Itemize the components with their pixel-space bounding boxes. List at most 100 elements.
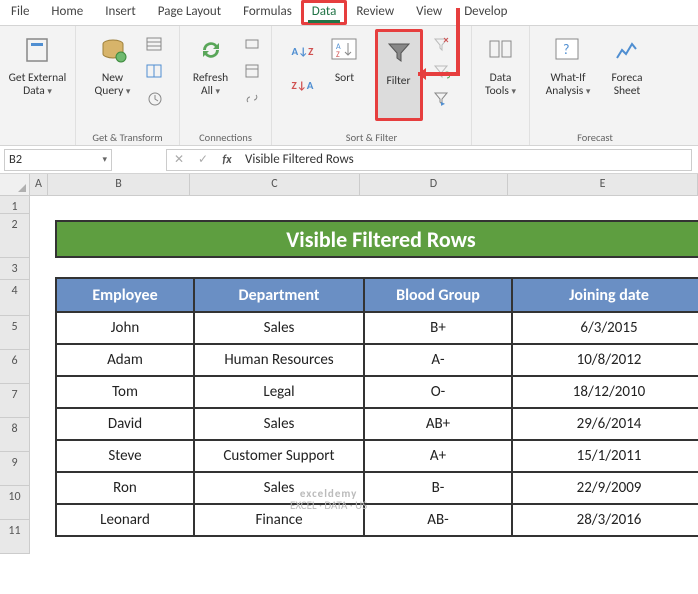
tab-view[interactable]: View xyxy=(405,0,453,25)
cell[interactable]: Human Resources xyxy=(194,344,364,376)
group-forecast: ? What-IfAnalysis ▾ ForecaSheet Forecast xyxy=(530,26,660,145)
cell[interactable]: 28/3/2016 xyxy=(512,504,698,536)
svg-text:?: ? xyxy=(563,41,570,58)
row-header-9[interactable]: 9 xyxy=(0,452,30,486)
tab-developer[interactable]: Develop xyxy=(453,0,518,25)
filter-button[interactable]: Filter xyxy=(375,29,423,121)
cell[interactable]: A- xyxy=(364,344,512,376)
sort-icon: AZ xyxy=(329,34,361,66)
header-joining-date[interactable]: Joining date xyxy=(512,278,698,312)
refresh-all-button[interactable]: RefreshAll ▾ xyxy=(187,29,235,121)
advanced-button[interactable]: ▸ xyxy=(429,87,453,111)
cell[interactable]: Sales xyxy=(194,312,364,344)
svg-text:▸: ▸ xyxy=(441,99,445,108)
tab-insert[interactable]: Insert xyxy=(94,0,147,25)
name-box-dropdown-icon[interactable]: ▾ xyxy=(102,154,107,165)
tab-review[interactable]: Review xyxy=(345,0,405,25)
get-external-data-label: Get ExternalData ▾ xyxy=(9,72,67,98)
tab-formulas[interactable]: Formulas xyxy=(232,0,303,25)
sort-button[interactable]: AZ Sort xyxy=(321,29,369,121)
cell[interactable]: Legal xyxy=(194,376,364,408)
row-header-11[interactable]: 11 xyxy=(0,520,30,554)
header-employee[interactable]: Employee xyxy=(56,278,194,312)
cell[interactable]: AB- xyxy=(364,504,512,536)
sort-buttons-stack: A↓Z Z↓A xyxy=(291,29,315,97)
show-queries-button[interactable] xyxy=(143,33,167,57)
cell[interactable]: 10/8/2012 xyxy=(512,344,698,376)
group-get-transform: NewQuery ▾ Get & Transform xyxy=(76,26,180,145)
row-header-1[interactable]: 1 xyxy=(0,196,30,214)
new-query-button[interactable]: NewQuery ▾ xyxy=(89,29,137,121)
whatif-button[interactable]: ? What-IfAnalysis ▾ xyxy=(539,29,597,121)
cell[interactable]: 6/3/2015 xyxy=(512,312,698,344)
new-query-label: NewQuery ▾ xyxy=(95,72,131,98)
row-header-8[interactable]: 8 xyxy=(0,418,30,452)
enter-formula-button[interactable]: ✓ xyxy=(191,152,215,167)
header-department[interactable]: Department xyxy=(194,278,364,312)
cell[interactable]: John xyxy=(56,312,194,344)
col-header-c[interactable]: C xyxy=(190,174,360,195)
cell[interactable]: B- xyxy=(364,472,512,504)
cell[interactable]: B+ xyxy=(364,312,512,344)
sort-label: Sort xyxy=(335,72,354,85)
properties-button[interactable] xyxy=(241,60,265,84)
cancel-formula-button[interactable]: ✕ xyxy=(167,152,191,167)
recent-sources-button[interactable] xyxy=(143,87,167,111)
row-header-10[interactable]: 10 xyxy=(0,486,30,520)
row-header-5[interactable]: 5 xyxy=(0,316,30,350)
col-header-b[interactable]: B xyxy=(48,174,190,195)
formula-bar: ✕ ✓ fx Visible Filtered Rows xyxy=(166,149,692,171)
connections-button[interactable] xyxy=(241,33,265,57)
tab-home[interactable]: Home xyxy=(40,0,94,25)
col-header-d[interactable]: D xyxy=(360,174,508,195)
forecast-sheet-button[interactable]: ForecaSheet xyxy=(603,29,651,121)
cell[interactable]: Sales xyxy=(194,472,364,504)
cell[interactable]: Customer Support xyxy=(194,440,364,472)
new-query-icon xyxy=(97,34,129,66)
row-header-6[interactable]: 6 xyxy=(0,350,30,384)
title-merged-cell[interactable]: Visible Filtered Rows xyxy=(55,220,698,258)
group-label-empty xyxy=(36,130,38,144)
from-table-button[interactable] xyxy=(143,60,167,84)
cell[interactable]: AB+ xyxy=(364,408,512,440)
formula-value[interactable]: Visible Filtered Rows xyxy=(239,152,691,167)
cell[interactable]: 15/1/2011 xyxy=(512,440,698,472)
cell[interactable]: Ron xyxy=(56,472,194,504)
cell[interactable]: David xyxy=(56,408,194,440)
cell[interactable]: 22/9/2009 xyxy=(512,472,698,504)
group-sort-filter: A↓Z Z↓A AZ Sort Filter ▸ Sort & Fil xyxy=(272,26,472,145)
cell[interactable]: 29/6/2014 xyxy=(512,408,698,440)
cell[interactable]: Steve xyxy=(56,440,194,472)
data-tools-button[interactable]: DataTools ▾ xyxy=(477,29,525,121)
cell[interactable]: Finance xyxy=(194,504,364,536)
row-header-2[interactable]: 2 xyxy=(0,214,30,258)
tab-file[interactable]: File xyxy=(0,0,40,25)
refresh-icon xyxy=(195,34,227,66)
cell[interactable]: Leonard xyxy=(56,504,194,536)
row-header-7[interactable]: 7 xyxy=(0,384,30,418)
cell[interactable]: Tom xyxy=(56,376,194,408)
cell[interactable]: O- xyxy=(364,376,512,408)
group-label-forecast: Forecast xyxy=(577,130,613,144)
row-header-3[interactable]: 3 xyxy=(0,258,30,280)
row-header-4[interactable]: 4 xyxy=(0,280,30,316)
clear-filter-button[interactable] xyxy=(429,33,453,57)
insert-function-button[interactable]: fx xyxy=(215,153,239,167)
cell[interactable]: Sales xyxy=(194,408,364,440)
sort-asc-button[interactable]: A↓Z xyxy=(291,39,315,63)
cell[interactable]: A+ xyxy=(364,440,512,472)
filter-extras: ▸ xyxy=(429,29,453,111)
col-header-e[interactable]: E xyxy=(508,174,698,195)
cell[interactable]: 18/12/2010 xyxy=(512,376,698,408)
cell[interactable]: Adam xyxy=(56,344,194,376)
col-header-a[interactable]: A xyxy=(30,174,48,195)
tab-data[interactable]: Data xyxy=(301,0,348,25)
tab-page-layout[interactable]: Page Layout xyxy=(147,0,232,25)
name-box[interactable]: B2 ▾ xyxy=(4,149,112,171)
edit-links-button[interactable] xyxy=(241,87,265,111)
reapply-button[interactable] xyxy=(429,60,453,84)
sort-desc-button[interactable]: Z↓A xyxy=(291,73,315,97)
get-external-data-button[interactable]: Get ExternalData ▾ xyxy=(9,29,67,121)
select-all-button[interactable] xyxy=(0,174,30,195)
header-blood-group[interactable]: Blood Group xyxy=(364,278,512,312)
